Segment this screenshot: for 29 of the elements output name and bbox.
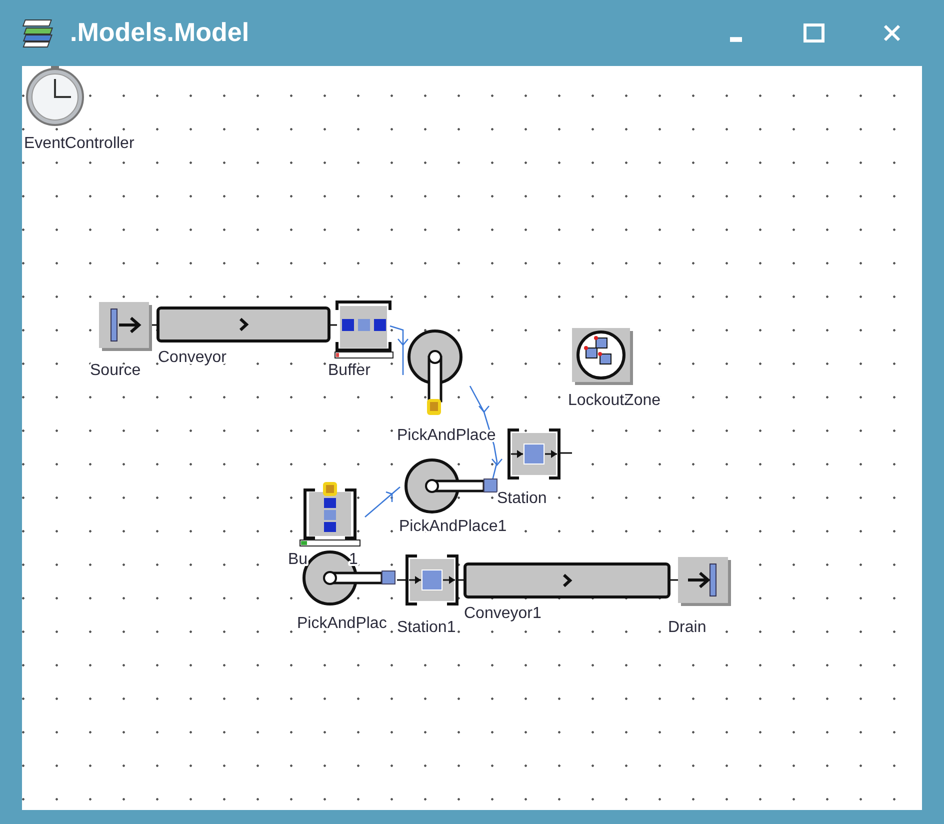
node-label: PickAndPlac xyxy=(297,615,387,632)
node-label: Conveyor1 xyxy=(464,605,542,622)
close-icon xyxy=(881,22,903,44)
node-label: EventController xyxy=(24,135,134,152)
node-label: LockoutZone xyxy=(568,392,661,409)
drain-icon xyxy=(678,557,731,606)
station-icon xyxy=(508,428,560,480)
node-label: PickAndPlace1 xyxy=(399,518,507,535)
node-label: Source xyxy=(90,362,141,379)
node-label: Bu xyxy=(288,551,308,568)
buffer-icon xyxy=(300,482,360,546)
conveyor-icon xyxy=(464,562,670,598)
source-icon xyxy=(99,302,152,351)
node-label: Drain xyxy=(668,619,706,636)
buffer-icon xyxy=(334,300,394,358)
conveyor-icon xyxy=(156,306,330,342)
maximize-icon xyxy=(803,22,825,44)
node-label: Buffer xyxy=(328,362,370,379)
robot-arm-icon xyxy=(404,458,498,514)
robot-arm-icon xyxy=(408,330,462,415)
node-label: Station xyxy=(497,490,547,507)
station-icon xyxy=(406,554,458,606)
node-label: Station1 xyxy=(397,619,456,636)
minimize-icon xyxy=(730,36,742,42)
window-title: .Models.Model xyxy=(70,16,250,48)
lockout-zone-icon xyxy=(572,328,633,385)
node-label: 1 xyxy=(349,551,358,568)
node-label: Conveyor xyxy=(158,349,226,366)
stopwatch-icon xyxy=(26,66,84,126)
